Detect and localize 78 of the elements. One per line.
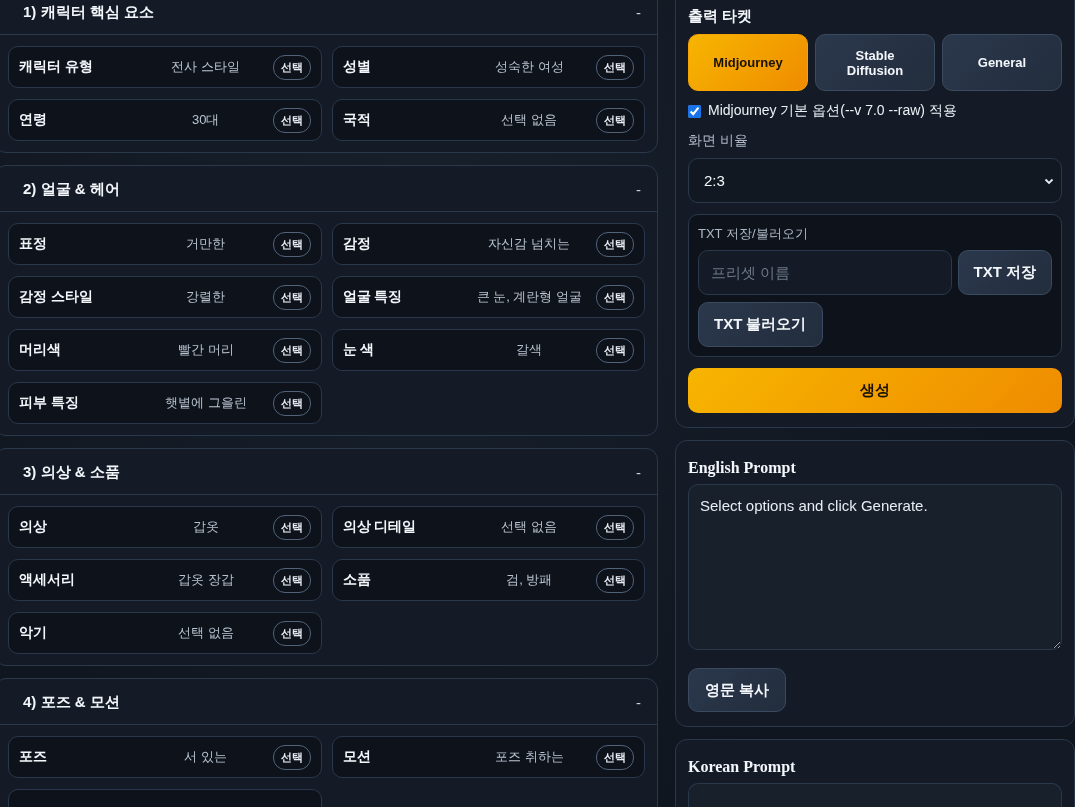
option-value: 햇볕에 그을린 — [163, 394, 248, 412]
select-button[interactable]: 선택 — [272, 390, 311, 416]
option-label: 액세서리 — [19, 571, 76, 589]
select-button[interactable]: 선택 — [596, 284, 634, 310]
option-label: 캐릭터 유형 — [19, 58, 94, 76]
target-tab[interactable]: Midjourney — [688, 34, 808, 91]
option-label: 악기 — [19, 624, 48, 642]
option-value: 큰 눈, 계란형 얼굴 — [475, 288, 583, 306]
checkbox-label: Midjourney 기본 옵션(--v 7.0 --raw) 적용 — [708, 102, 957, 120]
select-button[interactable]: 선택 — [272, 744, 311, 770]
select-button[interactable]: 선택 — [596, 54, 634, 80]
select-button[interactable]: 선택 — [596, 567, 634, 593]
panel-title: 출력 타켓 — [688, 7, 754, 26]
collapse-toggle[interactable]: - — [634, 181, 643, 198]
preset-name-field[interactable]: 프리셋 이름 — [698, 250, 952, 295]
option-value: 서 있는 — [183, 748, 229, 766]
option-value: 갑옷 — [191, 518, 220, 536]
option-value: 갈색 — [515, 341, 544, 359]
option-label: 표정 — [19, 235, 48, 253]
option-value: 성숙한 여성 — [493, 58, 565, 76]
option-value: 선택 없음 — [500, 518, 559, 536]
option-label: 얼굴 특징 — [342, 288, 404, 306]
select-button[interactable]: 선택 — [272, 54, 311, 80]
load-button[interactable]: TXT 불러오기 — [698, 302, 823, 347]
section-title: 2) 얼굴 & 헤어 — [23, 180, 120, 199]
box-title: TXT 저장/불러오기 — [698, 225, 809, 243]
option-value: 30대 — [191, 111, 221, 129]
option-label: 감정 스타일 — [19, 288, 94, 306]
field-label: 화면 비율 — [688, 132, 749, 150]
target-tab[interactable]: General — [942, 34, 1062, 91]
option-value: 포즈 취하는 — [493, 748, 565, 766]
prompt-textarea[interactable]: Select options and click Generate. — [688, 484, 1062, 650]
option-label: 소품 — [342, 571, 372, 589]
select-button[interactable]: 선택 — [272, 107, 311, 133]
select-button[interactable]: 선택 — [272, 231, 311, 257]
generate-button[interactable]: 생성 — [688, 368, 1062, 413]
option-label: 포즈 — [19, 748, 48, 766]
aspect-ratio-select[interactable]: 2:3 — [688, 158, 1062, 203]
section-title: 1) 캐릭터 핵심 요소 — [23, 3, 154, 22]
target-tab[interactable]: Stable Diffusion — [815, 34, 935, 91]
option-label: 성별 — [342, 58, 372, 76]
option-label: 머리색 — [19, 341, 62, 359]
select-button[interactable]: 선택 — [272, 337, 311, 363]
option-value: 빨간 머리 — [176, 341, 235, 359]
select-button[interactable]: 선택 — [272, 567, 311, 593]
section-title: 4) 포즈 & 모션 — [23, 693, 120, 712]
option-label: 연령 — [19, 111, 48, 129]
option-value: 갑옷 장갑 — [176, 571, 235, 589]
option-value: 거만한 — [185, 235, 227, 253]
option-label: 국적 — [342, 111, 372, 129]
option-label: 모션 — [342, 748, 372, 766]
save-button[interactable]: TXT 저장 — [957, 250, 1052, 295]
select-button[interactable]: 선택 — [596, 107, 634, 133]
select-button[interactable]: 선택 — [596, 337, 634, 363]
option-label: 감정 — [342, 235, 372, 253]
option-value: 선택 없음 — [176, 624, 235, 642]
select-button[interactable]: 선택 — [596, 231, 634, 257]
select-button[interactable]: 선택 — [272, 514, 311, 540]
select-button[interactable]: 선택 — [272, 620, 311, 646]
option-label: 의상 — [19, 518, 48, 536]
select-button[interactable]: 선택 — [596, 744, 634, 770]
copy-button[interactable]: 영문 복사 — [688, 668, 787, 712]
option-value: 자신감 넘치는 — [487, 235, 572, 253]
panel-title: Korean Prompt — [688, 758, 797, 776]
collapse-toggle[interactable]: - — [634, 4, 643, 21]
panel-title: English Prompt — [688, 459, 797, 477]
collapse-toggle[interactable]: - — [634, 464, 643, 481]
option-label: 눈 색 — [342, 341, 376, 359]
collapse-toggle[interactable]: - — [634, 694, 643, 711]
section-title: 3) 의상 & 소품 — [23, 463, 120, 482]
select-button[interactable]: 선택 — [596, 514, 634, 540]
option-value: 전사 스타일 — [170, 58, 242, 76]
option-value: 검, 방패 — [505, 571, 554, 589]
select-button[interactable]: 선택 — [272, 284, 311, 310]
option-label: 피부 특징 — [19, 394, 80, 412]
option-label: 의상 디테일 — [342, 518, 418, 536]
option-value: 선택 없음 — [500, 111, 559, 129]
option-value: 강렬한 — [185, 288, 227, 306]
